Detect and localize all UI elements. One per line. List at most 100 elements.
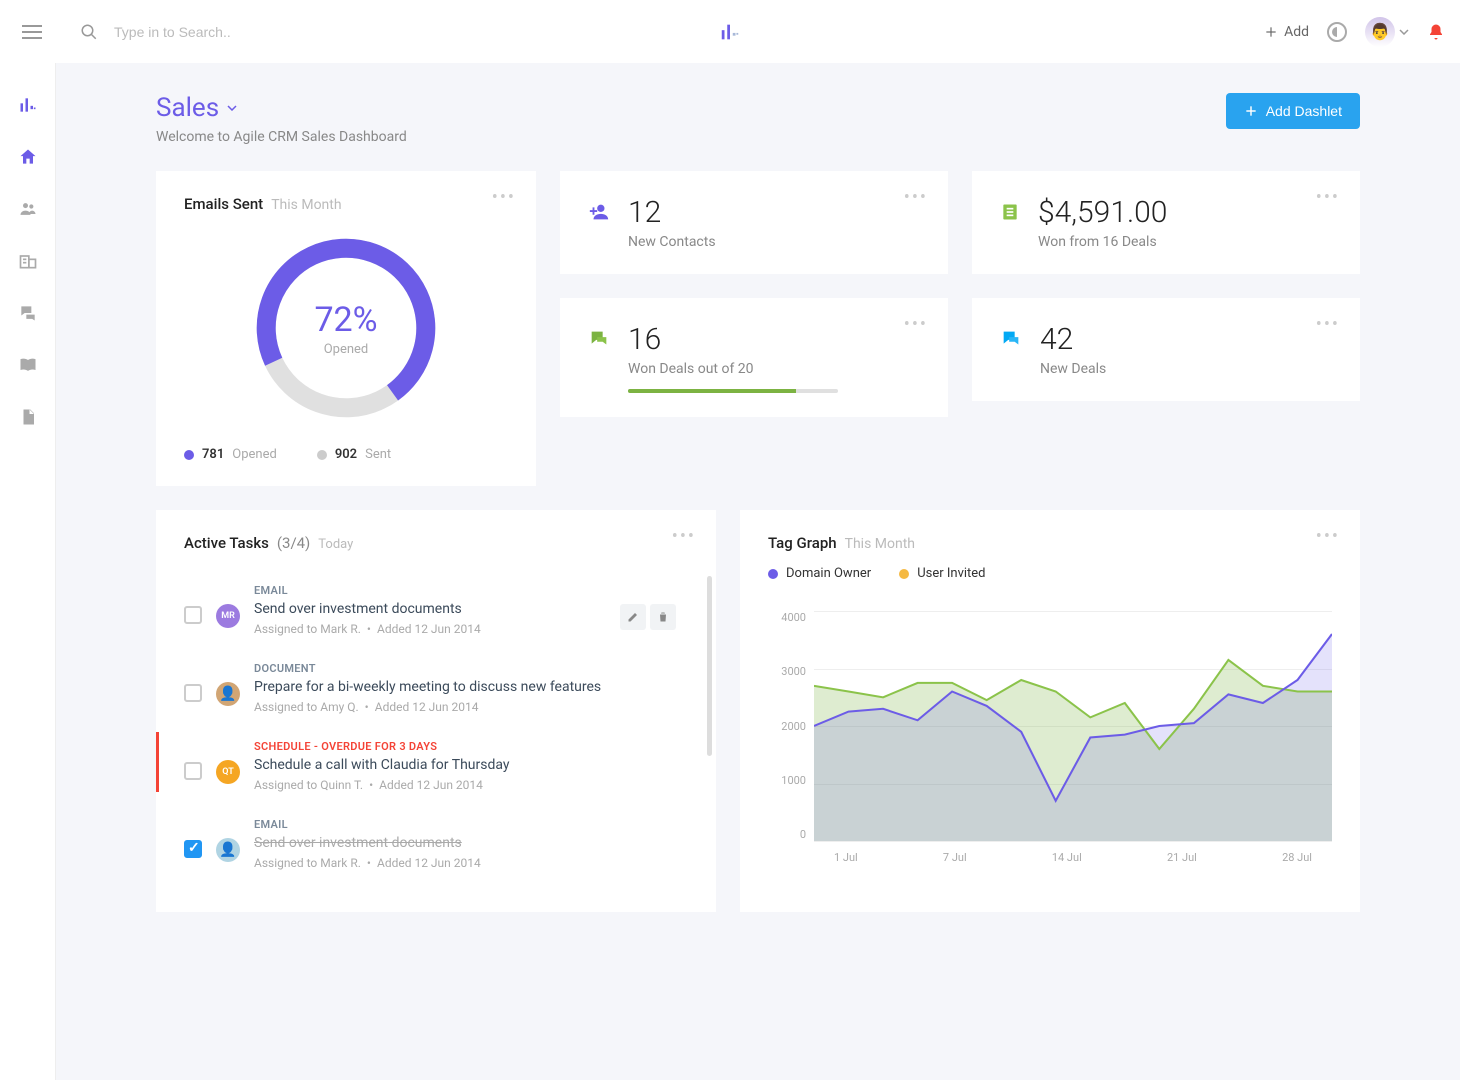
add-button-label: Add bbox=[1284, 24, 1309, 40]
page-header: Sales Welcome to Agile CRM Sales Dashboa… bbox=[156, 93, 1360, 145]
y-tick: 0 bbox=[800, 828, 806, 841]
tag-graph-card: ••• Tag Graph This Month Domain Owner Us… bbox=[740, 510, 1360, 912]
main-content: Sales Welcome to Agile CRM Sales Dashboa… bbox=[56, 63, 1460, 1080]
theme-toggle-icon[interactable] bbox=[1327, 22, 1347, 42]
card-menu-icon[interactable]: ••• bbox=[1316, 526, 1340, 547]
card-menu-icon[interactable]: ••• bbox=[1316, 314, 1340, 335]
card-menu-icon[interactable]: ••• bbox=[1316, 187, 1340, 208]
legend-user-invited: User Invited bbox=[899, 566, 985, 581]
task-title[interactable]: Prepare for a bi-weekly meeting to discu… bbox=[254, 679, 676, 695]
new-deals-label: New Deals bbox=[1040, 361, 1106, 377]
donut-percent: 72% bbox=[314, 300, 377, 340]
task-checkbox[interactable] bbox=[184, 840, 202, 858]
task-meta: Assigned to Mark R.•Added 12 Jun 2014 bbox=[254, 622, 606, 636]
tasks-count: (3/4) bbox=[277, 534, 310, 552]
x-tick: 7 Jul bbox=[943, 851, 967, 871]
task-body: EMAIL Send over investment documents Assig… bbox=[254, 584, 606, 636]
page-title: Sales bbox=[156, 93, 219, 123]
task-type-label: EMAIL bbox=[254, 818, 676, 831]
y-tick: 3000 bbox=[781, 665, 806, 678]
tag-graph-subtitle: This Month bbox=[845, 536, 915, 552]
user-menu[interactable]: 👨 bbox=[1365, 17, 1409, 47]
legend-sent: 902 Sent bbox=[317, 447, 391, 462]
task-avatar: 👤 bbox=[216, 682, 240, 706]
donut-percent-label: Opened bbox=[324, 342, 369, 357]
task-meta: Assigned to Amy Q.•Added 12 Jun 2014 bbox=[254, 700, 676, 714]
revenue-label: Won from 16 Deals bbox=[1038, 234, 1167, 250]
add-dashlet-label: Add Dashlet bbox=[1266, 103, 1342, 119]
x-tick: 1 Jul bbox=[834, 851, 858, 871]
chat-icon bbox=[588, 328, 610, 350]
add-button[interactable]: Add bbox=[1264, 24, 1309, 40]
card-menu-icon[interactable]: ••• bbox=[904, 314, 928, 335]
chat-icon bbox=[1000, 328, 1022, 350]
active-tasks-card: ••• Active Tasks (3/4) Today MREMAILSend… bbox=[156, 510, 716, 912]
task-body: SCHEDULE - OVERDUE FOR 3 DAYS Schedule a … bbox=[254, 740, 676, 792]
new-contacts-label: New Contacts bbox=[628, 234, 716, 250]
task-checkbox[interactable] bbox=[184, 606, 202, 624]
task-meta: Assigned to Mark R.•Added 12 Jun 2014 bbox=[254, 856, 676, 870]
sidebar bbox=[0, 63, 56, 1080]
won-deals-card: ••• 16 Won Deals out of 20 bbox=[560, 298, 948, 417]
task-title[interactable]: Send over investment documents bbox=[254, 601, 606, 617]
new-deals-card: ••• 42 New Deals bbox=[972, 298, 1360, 401]
search-icon[interactable] bbox=[80, 23, 98, 41]
notifications-icon[interactable] bbox=[1427, 22, 1445, 42]
nav-book[interactable] bbox=[16, 353, 40, 377]
task-list: MREMAILSend over investment documentsAss… bbox=[184, 576, 716, 888]
tasks-title: Active Tasks bbox=[184, 534, 269, 552]
legend-domain-owner: Domain Owner bbox=[768, 566, 871, 581]
card-menu-icon[interactable]: ••• bbox=[492, 187, 516, 208]
emails-sent-card: ••• Emails Sent This Month 72% Opened bbox=[156, 171, 536, 486]
won-deals-value: 16 bbox=[628, 322, 838, 357]
new-contacts-card: ••• 12 New Contacts bbox=[560, 171, 948, 274]
card-menu-icon[interactable]: ••• bbox=[672, 526, 696, 547]
nav-companies[interactable] bbox=[16, 249, 40, 273]
legend-dot-icon bbox=[317, 450, 327, 460]
app-logo-icon bbox=[719, 21, 741, 43]
legend-dot-icon bbox=[184, 450, 194, 460]
task-title[interactable]: Send over investment documents bbox=[254, 835, 676, 851]
revenue-value: $4,591.00 bbox=[1038, 195, 1167, 230]
y-tick: 1000 bbox=[781, 774, 806, 787]
hamburger-icon[interactable] bbox=[22, 25, 42, 39]
x-tick: 14 Jul bbox=[1052, 851, 1082, 871]
x-tick: 28 Jul bbox=[1282, 851, 1312, 871]
task-row: 👤 DOCUMENT Prepare for a bi-weekly meeting… bbox=[184, 654, 716, 732]
delete-icon[interactable] bbox=[650, 604, 676, 630]
task-row: 👤EMAILSend over investment documentsAssi… bbox=[184, 810, 716, 888]
task-title[interactable]: Schedule a call with Claudia for Thursda… bbox=[254, 757, 676, 773]
add-dashlet-button[interactable]: Add Dashlet bbox=[1226, 93, 1360, 129]
tag-graph-chart: 40003000200010000 1 Jul7 Jul14 Jul21 Jul… bbox=[768, 611, 1332, 871]
search-input[interactable] bbox=[114, 24, 414, 40]
legend-dot-icon bbox=[768, 569, 778, 579]
nav-messages[interactable] bbox=[16, 301, 40, 325]
task-type-label: DOCUMENT bbox=[254, 662, 676, 675]
revenue-card: ••• $4,591.00 Won from 16 Deals bbox=[972, 171, 1360, 274]
won-deals-progress bbox=[628, 389, 838, 393]
nav-home[interactable] bbox=[16, 145, 40, 169]
task-checkbox[interactable] bbox=[184, 684, 202, 702]
card-menu-icon[interactable]: ••• bbox=[904, 187, 928, 208]
task-body: EMAIL Send over investment documents Assig… bbox=[254, 818, 676, 870]
legend-opened: 781 Opened bbox=[184, 447, 277, 462]
nav-analytics[interactable] bbox=[16, 93, 40, 117]
chevron-down-icon bbox=[227, 105, 237, 111]
task-type-label: SCHEDULE - OVERDUE FOR 3 DAYS bbox=[254, 740, 676, 753]
emails-title: Emails Sent bbox=[184, 195, 263, 213]
page-subtitle: Welcome to Agile CRM Sales Dashboard bbox=[156, 129, 407, 145]
task-type-label: EMAIL bbox=[254, 584, 606, 597]
nav-document[interactable] bbox=[16, 405, 40, 429]
y-tick: 2000 bbox=[781, 720, 806, 733]
edit-icon[interactable] bbox=[620, 604, 646, 630]
emails-donut-chart: 72% Opened bbox=[251, 233, 441, 423]
won-deals-label: Won Deals out of 20 bbox=[628, 361, 838, 377]
task-body: DOCUMENT Prepare for a bi-weekly meeting … bbox=[254, 662, 676, 714]
page-title-dropdown[interactable]: Sales bbox=[156, 93, 407, 123]
nav-contacts[interactable] bbox=[16, 197, 40, 221]
chevron-down-icon bbox=[1399, 29, 1409, 35]
topbar: Add 👨 bbox=[0, 0, 1460, 63]
task-checkbox[interactable] bbox=[184, 762, 202, 780]
legend-dot-icon bbox=[899, 569, 909, 579]
task-row: QTSCHEDULE - OVERDUE FOR 3 DAYSSchedule … bbox=[184, 732, 716, 810]
